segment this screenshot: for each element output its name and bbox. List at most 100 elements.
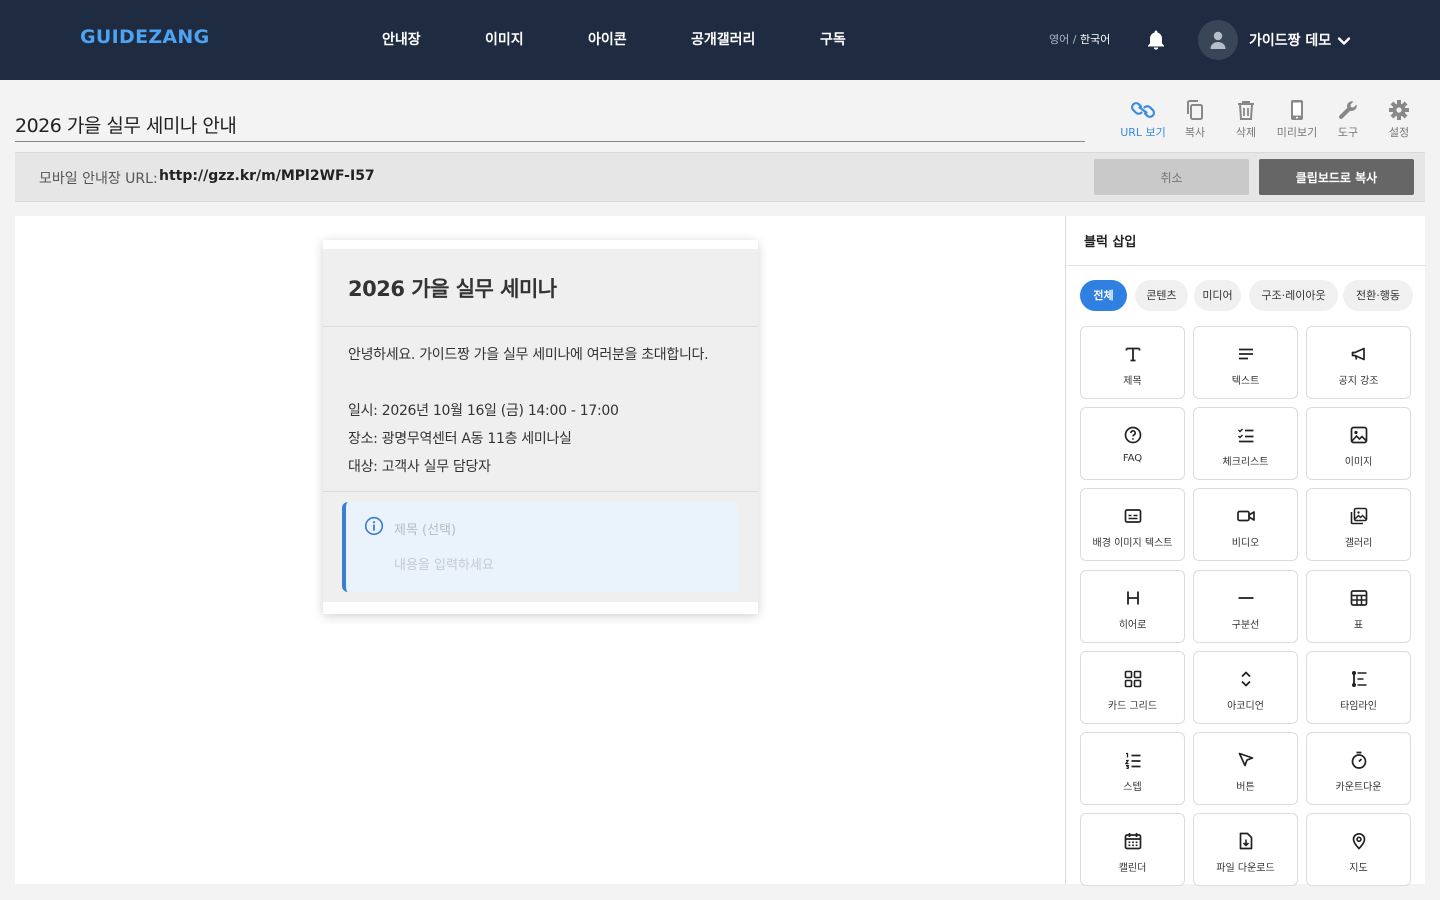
block-text[interactable]: 텍스트 <box>1193 326 1298 399</box>
cancel-button[interactable]: 취소 <box>1094 159 1249 195</box>
gallery-icon <box>1350 507 1368 525</box>
nav-item-public-gallery[interactable]: 공개갤러리 <box>691 29 755 49</box>
nav-item-subscribe[interactable]: 구독 <box>820 29 846 49</box>
block-calendar[interactable]: 캘린더 <box>1080 813 1185 886</box>
tab-all[interactable]: 전체 <box>1080 280 1127 311</box>
tab-conversion-action[interactable]: 전환·행동 <box>1343 280 1413 311</box>
block-faq[interactable]: FAQ <box>1080 407 1185 480</box>
user-icon <box>1210 31 1226 49</box>
map-pin-icon <box>1352 833 1366 850</box>
settings-button[interactable]: 설정 <box>1374 99 1424 140</box>
copy-button[interactable]: 복사 <box>1170 99 1220 140</box>
lang-korean[interactable]: 한국어 <box>1080 33 1110 46</box>
top-nav-bar: GUIDEZANG 안내장 이미지 아이콘 공개갤러리 구독 영어 / 한국어 … <box>0 0 1440 80</box>
intro-text[interactable]: 안녕하세요. 가이드짱 가을 실무 세미나에 여러분을 초대합니다. <box>348 344 709 364</box>
preview-label: 미리보기 <box>1276 126 1318 139</box>
block-label: FAQ <box>1122 453 1143 464</box>
date-line[interactable]: 일시: 2026년 10월 16일 (금) 14:00 - 17:00 <box>348 400 619 420</box>
tools-button[interactable]: 도구 <box>1323 99 1373 140</box>
panel-divider <box>1066 265 1426 266</box>
table-icon <box>1350 590 1368 606</box>
bell-icon[interactable] <box>1144 28 1168 52</box>
block-label: 히어로 <box>1118 620 1147 631</box>
nav-item-images[interactable]: 이미지 <box>485 29 524 49</box>
file-download-icon <box>1239 832 1253 850</box>
tools-label: 도구 <box>1337 126 1359 139</box>
block-label: 텍스트 <box>1231 376 1260 387</box>
block-video[interactable]: 비디오 <box>1193 488 1298 561</box>
block-label: 카운트다운 <box>1335 782 1382 793</box>
copy-to-clipboard-button[interactable]: 클립보드로 복사 <box>1259 159 1414 195</box>
block-label: 표 <box>1353 620 1364 631</box>
nav-item-guides[interactable]: 안내장 <box>382 29 421 49</box>
block-hero[interactable]: 히어로 <box>1080 570 1185 643</box>
title-block[interactable]: 2026 가을 실무 세미나 <box>323 249 758 327</box>
info-circle-icon <box>364 516 384 540</box>
block-timeline[interactable]: 타임라인 <box>1306 651 1411 724</box>
block-insert-panel: 블럭 삽입 전체 콘텐츠 미디어 구조·레이아웃 전환·행동 제목 텍스트 공지… <box>1065 216 1426 886</box>
block-table[interactable]: 표 <box>1306 570 1411 643</box>
target-line[interactable]: 대상: 고객사 실무 담당자 <box>348 456 491 476</box>
nav-item-icons[interactable]: 아이콘 <box>588 29 627 49</box>
place-line[interactable]: 장소: 광명무역센터 A동 11층 세미나실 <box>348 428 572 448</box>
heading-icon <box>1125 347 1141 362</box>
block-checklist[interactable]: 체크리스트 <box>1193 407 1298 480</box>
language-switcher[interactable]: 영어 / 한국어 <box>1049 31 1110 47</box>
accordion-chevrons-icon <box>1241 671 1251 687</box>
document-title-input[interactable] <box>15 108 1085 142</box>
numbered-list-icon <box>1124 752 1141 769</box>
megaphone-icon <box>1351 347 1365 361</box>
block-label: 파일 다운로드 <box>1216 863 1275 874</box>
lang-separator: / <box>1069 33 1080 46</box>
block-background-image-text[interactable]: 배경 이미지 텍스트 <box>1080 488 1185 561</box>
stopwatch-icon <box>1351 751 1367 769</box>
block-card-grid[interactable]: 카드 그리드 <box>1080 651 1185 724</box>
block-countdown[interactable]: 카운트다운 <box>1306 732 1411 805</box>
chevron-down-icon[interactable] <box>1337 33 1351 52</box>
block-map[interactable]: 지도 <box>1306 813 1411 886</box>
block-label: 아코디언 <box>1227 701 1264 712</box>
callout-title-placeholder[interactable]: 제목 (선택) <box>394 519 456 538</box>
logo[interactable]: GUIDEZANG <box>80 26 210 48</box>
block-file-download[interactable]: 파일 다운로드 <box>1193 813 1298 886</box>
guide-preview-card: 2026 가을 실무 세미나 안녕하세요. 가이드짱 가을 실무 세미나에 여러… <box>323 240 758 614</box>
gear-icon <box>1389 100 1409 120</box>
tab-content[interactable]: 콘텐츠 <box>1135 280 1188 311</box>
delete-button[interactable]: 삭제 <box>1221 99 1271 140</box>
divider-line-icon <box>1238 597 1254 599</box>
block-gallery[interactable]: 갤러리 <box>1306 488 1411 561</box>
calendar-icon <box>1124 833 1142 850</box>
callout-box[interactable]: 제목 (선택) 내용을 입력하세요 <box>342 502 738 592</box>
callout-body-placeholder[interactable]: 내용을 입력하세요 <box>394 554 494 573</box>
link-icon <box>1131 102 1155 118</box>
card-title[interactable]: 2026 가을 실무 세미나 <box>348 273 557 303</box>
block-accordion[interactable]: 아코디언 <box>1193 651 1298 724</box>
tab-structure-layout[interactable]: 구조·레이아웃 <box>1249 280 1338 311</box>
block-label: 지도 <box>1349 863 1368 874</box>
editor-canvas: 2026 가을 실무 세미나 안녕하세요. 가이드짱 가을 실무 세미나에 여러… <box>15 216 1065 884</box>
lang-english[interactable]: 영어 <box>1049 33 1069 46</box>
text-block[interactable]: 안녕하세요. 가이드짱 가을 실무 세미나에 여러분을 초대합니다. 일시: 2… <box>323 327 758 492</box>
checklist-icon <box>1237 428 1254 443</box>
block-label: 캘린더 <box>1118 863 1147 874</box>
card-grid-icon <box>1124 670 1142 688</box>
timeline-icon <box>1352 671 1367 687</box>
panel-title: 블럭 삽입 <box>1084 235 1137 250</box>
block-heading[interactable]: 제목 <box>1080 326 1185 399</box>
url-view-label: URL 보기 <box>1120 126 1166 139</box>
mobile-url[interactable]: http://gzz.kr/m/MPl2WF-I57 <box>159 168 375 184</box>
avatar[interactable] <box>1198 20 1238 60</box>
trash-icon <box>1238 101 1254 120</box>
block-divider[interactable]: 구분선 <box>1193 570 1298 643</box>
block-image[interactable]: 이미지 <box>1306 407 1411 480</box>
wrench-icon <box>1338 101 1357 120</box>
image-icon <box>1350 426 1368 444</box>
url-view-button[interactable]: URL 보기 <box>1118 99 1168 140</box>
block-step[interactable]: 스텝 <box>1080 732 1185 805</box>
user-name[interactable]: 가이드짱 데모 <box>1249 30 1331 50</box>
preview-button[interactable]: 미리보기 <box>1272 99 1322 140</box>
tab-media[interactable]: 미디어 <box>1194 280 1241 311</box>
block-notice[interactable]: 공지 강조 <box>1306 326 1411 399</box>
block-button[interactable]: 버튼 <box>1193 732 1298 805</box>
block-label: 스텝 <box>1123 782 1142 793</box>
